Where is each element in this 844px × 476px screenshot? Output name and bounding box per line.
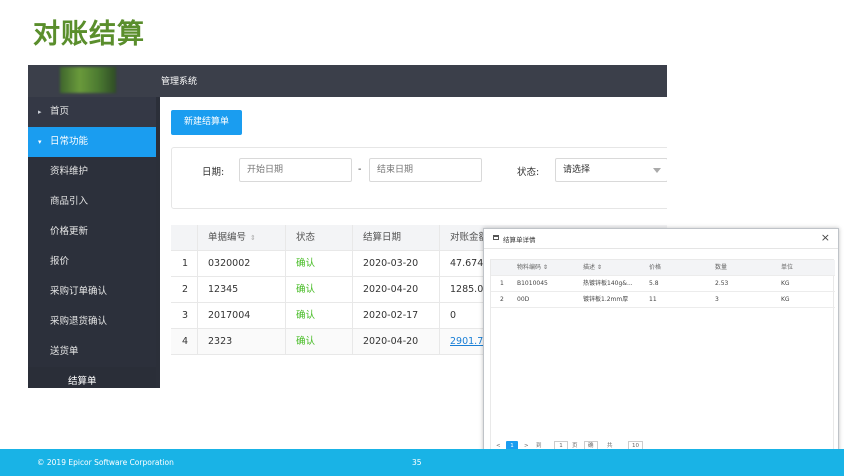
date-cell: 2020-02-17 [363,310,419,321]
column-divider [352,225,353,355]
price-cell: 5.8 [649,280,659,287]
header-price: 价格 [649,264,662,271]
sort-icon: ⇕ [250,234,256,242]
row-index: 2 [500,296,504,303]
amount-cell: 0 [450,310,457,321]
table-header-doc-no[interactable]: 单据编号 ⇕ [208,225,256,251]
column-divider [285,225,286,355]
quantity-cell: 2.53 [715,280,729,287]
slide-footer: © 2019 Epicor Software Corporation 35 [0,449,844,476]
price-cell: 11 [649,296,657,303]
top-bar: 管理系统 [28,65,667,97]
filter-panel: 日期: 开始日期 - 结束日期 状态: 请选择 [171,147,667,209]
copyright-text: © 2019 Epicor Software Corporation [37,458,174,467]
date-cell: 2020-04-20 [363,336,419,347]
material-code-cell: B1010045 [517,280,548,287]
settlement-detail-modal: 结算单详情 × 物料编码 ⇕ 描述 ⇕ 价格 数量 单位 1 B1010045 … [483,228,839,469]
status-cell: 确认 [296,336,316,347]
doc-no-cell: 2323 [208,336,233,347]
sidebar-item-label: 首页 [50,106,70,117]
date-cell: 2020-03-20 [363,258,419,269]
sidebar-item-price-update[interactable]: 价格更新 [28,217,156,247]
sidebar-item-quote[interactable]: 报价 [28,247,156,277]
doc-no-cell: 0320002 [208,258,251,269]
sidebar: ▸ 首页 ▾ 日常功能 资料维护 商品引入 价格更新 报价 采购订单确认 采购退… [28,97,156,388]
row-index: 1 [182,258,189,269]
caret-down-icon: ▾ [38,138,42,146]
detail-table: 物料编码 ⇕ 描述 ⇕ 价格 数量 单位 1 B1010045 热镀锌板140g… [490,259,835,455]
modal-header: 结算单详情 × [484,229,838,249]
quantity-cell: 3 [715,296,719,303]
header-material-code[interactable]: 物料编码 ⇕ [517,260,548,276]
sidebar-item-return-confirm[interactable]: 采购退货确认 [28,307,156,337]
caret-right-icon: ▸ [38,108,42,116]
chevron-down-icon [653,168,661,173]
status-select-value: 请选择 [563,165,591,175]
column-divider [439,225,440,355]
doc-no-cell: 12345 [208,284,239,295]
row-index: 4 [182,336,189,347]
description-cell: 热镀锌板140g&... [583,280,633,287]
window-icon [493,235,499,240]
status-cell: 确认 [296,284,316,295]
unit-cell: KG [781,280,790,287]
date-label: 日期: [202,167,225,178]
doc-no-cell: 2017004 [208,310,251,321]
status-cell: 确认 [296,258,316,269]
column-divider [197,225,198,355]
sidebar-item-settlement[interactable]: 结算单 [28,367,156,388]
header-quantity: 数量 [715,264,728,271]
header-label: 单据编号 [208,232,247,243]
slide-title: 对账结算 [33,19,145,50]
modal-title: 结算单详情 [503,236,536,244]
sidebar-item-data-maintenance[interactable]: 资料维护 [28,157,156,187]
end-date-input[interactable]: 结束日期 [369,158,482,182]
sidebar-item-daily-functions[interactable]: ▾ 日常功能 [28,127,156,157]
status-label: 状态: [517,167,540,178]
sidebar-item-home[interactable]: ▸ 首页 [28,97,156,127]
header-description[interactable]: 描述 ⇕ [583,260,602,276]
row-index: 3 [182,310,189,321]
table-header-status: 状态 [296,232,316,243]
sidebar-item-delivery-note[interactable]: 送货单 [28,337,156,367]
status-select[interactable]: 请选择 [555,158,667,182]
material-code-cell: 00D [517,296,530,303]
row-index: 1 [500,280,504,287]
logo [60,67,116,93]
table-header-date: 结算日期 [363,232,402,243]
sidebar-item-po-confirm[interactable]: 采购订单确认 [28,277,156,307]
system-name: 管理系统 [161,77,198,87]
row-index: 2 [182,284,189,295]
sidebar-item-product-import[interactable]: 商品引入 [28,187,156,217]
detail-header-row: 物料编码 ⇕ 描述 ⇕ 价格 数量 单位 [491,260,835,276]
date-cell: 2020-04-20 [363,284,419,295]
slide-page-number: 35 [412,458,422,467]
sidebar-item-label: 日常功能 [50,136,89,147]
start-date-input[interactable]: 开始日期 [239,158,352,182]
new-settlement-button[interactable]: 新建结算单 [171,110,242,135]
status-cell: 确认 [296,310,316,321]
detail-row[interactable]: 2 00D 镀锌板1.2mm厚 11 3 KG [491,292,835,308]
description-cell: 镀锌板1.2mm厚 [583,296,629,303]
unit-cell: KG [781,296,790,303]
close-icon[interactable]: × [821,231,830,244]
amount-cell: 47.674 [450,258,484,269]
date-separator: - [358,164,362,175]
detail-row[interactable]: 1 B1010045 热镀锌板140g&... 5.8 2.53 KG [491,276,835,292]
header-unit: 单位 [781,264,794,271]
